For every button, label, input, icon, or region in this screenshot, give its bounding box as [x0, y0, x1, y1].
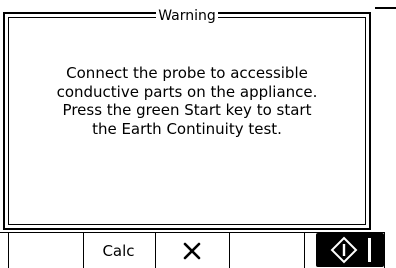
message-line-4: the Earth Continuity test. [92, 119, 282, 138]
softkey-divider [229, 232, 230, 268]
start-icon [330, 236, 358, 264]
warning-dialog-inner-border: Warning Connect the probe to accessible … [8, 8, 366, 225]
start-key-bar [368, 238, 371, 262]
calc-softkey[interactable]: Calc [83, 233, 154, 268]
softkey-bar: Calc [0, 232, 396, 268]
dialog-title-text: Warning [156, 8, 218, 24]
message-line-1: Connect the probe to accessible [66, 64, 308, 82]
softkey-bar-right-edge [384, 232, 385, 268]
dialog-title: Warning [9, 8, 365, 24]
start-softkey[interactable] [316, 233, 384, 267]
message-line-2: conductive parts on the appliance. [56, 82, 318, 101]
softkey-divider [8, 232, 9, 268]
top-right-line [375, 7, 396, 9]
close-softkey[interactable] [156, 233, 228, 268]
close-icon [183, 242, 201, 259]
dialog-message: Connect the probe to accessible conducti… [17, 64, 357, 138]
warning-dialog: Warning Connect the probe to accessible … [3, 8, 371, 230]
calc-softkey-label: Calc [102, 241, 135, 260]
device-screen: Warning Connect the probe to accessible … [0, 0, 396, 268]
softkey-divider [304, 232, 305, 268]
message-line-3: Press the green Start key to start [62, 101, 312, 119]
